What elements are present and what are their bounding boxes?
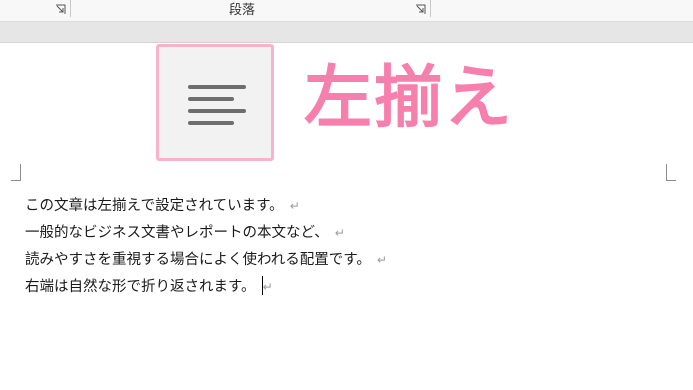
ribbon-separator (430, 0, 431, 17)
paragraph: 読みやすさを重視する場合によく使われる配置です。 ↵ (25, 247, 665, 274)
document-page[interactable]: 左揃え この文章は左揃えで設定されています。 ↵ 一般的なビジネス文書やレポートの… (0, 43, 693, 390)
paragraph: この文章は左揃えで設定されています。 ↵ (25, 193, 665, 220)
paragraph-mark-icon: ↵ (334, 226, 345, 240)
paragraph-mark-icon: ↵ (262, 280, 273, 294)
dialog-launcher-icon[interactable] (55, 4, 66, 15)
paragraph-text: 右端は自然な形で折り返されます。 (25, 279, 256, 295)
ruler (0, 22, 693, 43)
ribbon-bar: 段落 (0, 0, 693, 22)
left-margin-marker (11, 164, 21, 181)
align-left-button[interactable] (156, 44, 274, 161)
paragraph: 一般的なビジネス文書やレポートの本文など、 ↵ (25, 220, 665, 247)
ribbon-separator (70, 0, 71, 17)
paragraph-text: 読みやすさを重視する場合によく使われる配置です。 (25, 252, 371, 268)
paragraph-mark-icon: ↵ (376, 253, 387, 267)
paragraph: 右端は自然な形で折り返されます。 ↵ (25, 274, 665, 301)
paragraph-mark-icon: ↵ (289, 199, 300, 213)
paragraph-text: この文章は左揃えで設定されています。 (25, 198, 284, 214)
body-text[interactable]: この文章は左揃えで設定されています。 ↵ 一般的なビジネス文書やレポートの本文など… (25, 193, 665, 301)
paragraph-dialog-launcher-icon[interactable] (415, 4, 426, 15)
align-left-icon (188, 85, 246, 125)
paragraph-text: 一般的なビジネス文書やレポートの本文など、 (25, 225, 329, 241)
right-margin-marker (666, 164, 676, 181)
paragraph-group-label: 段落 (228, 3, 255, 18)
alignment-title: 左揃え (304, 59, 515, 138)
